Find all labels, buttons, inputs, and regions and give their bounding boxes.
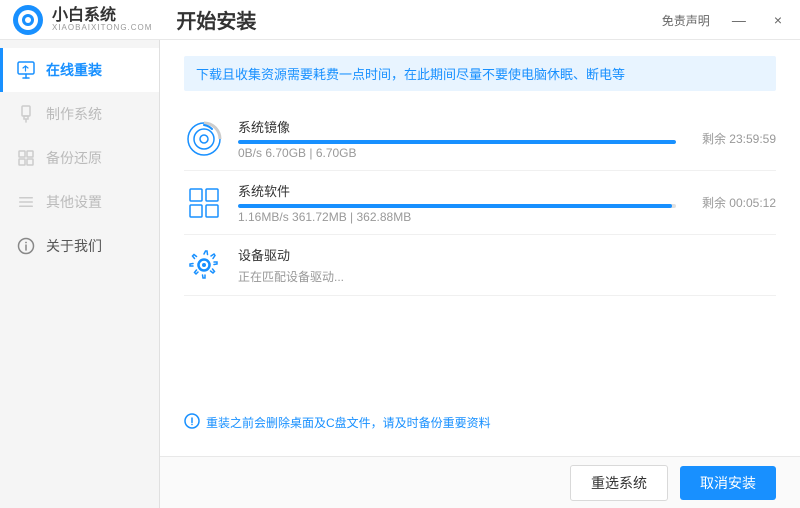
info-icon bbox=[16, 236, 36, 256]
notice-bar: 下载且收集资源需要耗费一点时间，在此期间尽量不要使电脑休眠、断电等 bbox=[184, 56, 776, 91]
sidebar-item-make-system: 制作系统 bbox=[0, 92, 159, 136]
sidebar-label-about-us: 关于我们 bbox=[46, 236, 102, 256]
download-item-system-image: 系统镜像 0B/s 6.70GB | 6.70GB 剩余 23:59:59 bbox=[184, 107, 776, 171]
progress-row-system-software bbox=[238, 204, 676, 208]
download-item-device-driver: 设备驱动 正在匹配设备驱动... bbox=[184, 235, 776, 296]
item-name-system-software: 系统软件 bbox=[238, 181, 676, 200]
logo-text-block: 小白系统 XIAOBAIXITONG.COM bbox=[52, 8, 152, 32]
titlebar-controls: 免责声明 — × bbox=[662, 0, 788, 40]
grid-icon bbox=[184, 183, 224, 223]
warning-icon bbox=[184, 413, 200, 432]
page-title: 开始安装 bbox=[176, 5, 256, 34]
logo-main-text: 小白系统 bbox=[52, 8, 152, 24]
item-info-device-driver: 设备驱动 正在匹配设备驱动... bbox=[238, 245, 776, 285]
warning-text: 重装之前会删除桌面及C盘文件，请及时备份重要资料 bbox=[206, 414, 491, 431]
logo-sub-text: XIAOBAIXITONG.COM bbox=[52, 24, 152, 32]
item-remaining-system-image: 剩余 23:59:59 bbox=[690, 130, 776, 147]
item-stats-system-software: 1.16MB/s 361.72MB | 362.88MB bbox=[238, 210, 676, 224]
sidebar-item-other-settings: 其他设置 bbox=[0, 180, 159, 224]
progress-bar-wrap-system-software bbox=[238, 204, 676, 208]
notice-text: 下载且收集资源需要耗费一点时间，在此期间尽量不要使电脑休眠、断电等 bbox=[196, 67, 625, 82]
bottom-bar: 重选系统 取消安装 bbox=[160, 456, 800, 508]
sidebar: 在线重装 制作系统 备份还原 bbox=[0, 40, 160, 508]
sidebar-label-online-reinstall: 在线重装 bbox=[46, 60, 102, 80]
item-name-device-driver: 设备驱动 bbox=[238, 245, 776, 264]
settings-icon bbox=[16, 192, 36, 212]
download-item-system-software: 系统软件 1.16MB/s 361.72MB | 362.88MB 剩余 00:… bbox=[184, 171, 776, 235]
usb-icon bbox=[16, 104, 36, 124]
item-info-system-software: 系统软件 1.16MB/s 361.72MB | 362.88MB bbox=[238, 181, 676, 224]
disclaimer-button[interactable]: 免责声明 bbox=[662, 12, 710, 29]
sidebar-label-other-settings: 其他设置 bbox=[46, 192, 102, 212]
disk-icon bbox=[184, 119, 224, 159]
item-stats-device-driver: 正在匹配设备驱动... bbox=[238, 268, 776, 285]
gear2-icon bbox=[184, 245, 224, 285]
sidebar-label-backup-restore: 备份还原 bbox=[46, 148, 102, 168]
titlebar: 小白系统 XIAOBAIXITONG.COM 开始安装 免责声明 — × bbox=[0, 0, 800, 40]
logo-icon bbox=[12, 4, 44, 36]
progress-row-system-image bbox=[238, 140, 676, 144]
main-layout: 在线重装 制作系统 备份还原 bbox=[0, 40, 800, 508]
sidebar-item-about-us[interactable]: 关于我们 bbox=[0, 224, 159, 268]
cancel-install-button[interactable]: 取消安装 bbox=[680, 466, 776, 500]
item-name-system-image: 系统镜像 bbox=[238, 117, 676, 136]
close-button[interactable]: × bbox=[768, 8, 788, 32]
sidebar-label-make-system: 制作系统 bbox=[46, 104, 102, 124]
reselect-button[interactable]: 重选系统 bbox=[570, 465, 668, 501]
content-area: 下载且收集资源需要耗费一点时间，在此期间尽量不要使电脑休眠、断电等 bbox=[160, 40, 800, 508]
item-stats-system-image: 0B/s 6.70GB | 6.70GB bbox=[238, 146, 676, 160]
backup-icon bbox=[16, 148, 36, 168]
download-list: 系统镜像 0B/s 6.70GB | 6.70GB 剩余 23:59:59 bbox=[184, 107, 776, 405]
item-remaining-system-software: 剩余 00:05:12 bbox=[690, 194, 776, 211]
progress-bar-wrap-system-image bbox=[238, 140, 676, 144]
sidebar-item-backup-restore: 备份还原 bbox=[0, 136, 159, 180]
monitor-icon bbox=[16, 60, 36, 80]
bottom-warning: 重装之前会删除桌面及C盘文件，请及时备份重要资料 bbox=[184, 405, 776, 440]
content-panel: 下载且收集资源需要耗费一点时间，在此期间尽量不要使电脑休眠、断电等 bbox=[160, 40, 800, 456]
progress-bar-fill-system-image bbox=[238, 140, 676, 144]
logo-area: 小白系统 XIAOBAIXITONG.COM bbox=[12, 4, 152, 36]
item-info-system-image: 系统镜像 0B/s 6.70GB | 6.70GB bbox=[238, 117, 676, 160]
minimize-button[interactable]: — bbox=[726, 8, 752, 32]
progress-bar-fill-system-software bbox=[238, 204, 672, 208]
sidebar-item-online-reinstall[interactable]: 在线重装 bbox=[0, 48, 159, 92]
